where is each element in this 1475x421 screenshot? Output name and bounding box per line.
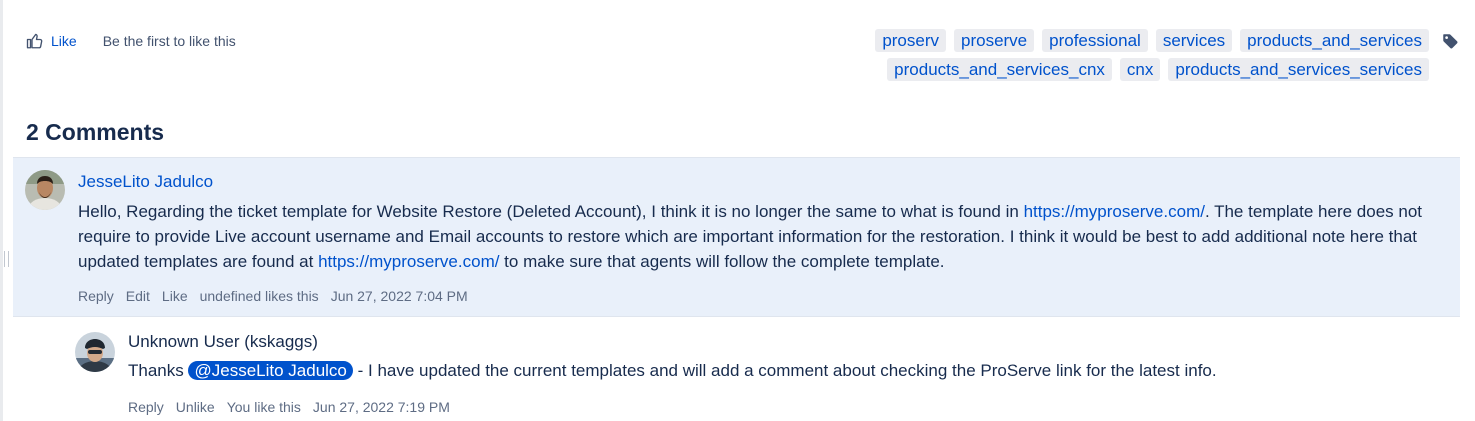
label-proserve[interactable]: proserve xyxy=(954,29,1035,52)
labels-row: products_and_services_cnx cnx products_a… xyxy=(819,58,1459,81)
avatar[interactable] xyxy=(25,170,65,210)
label-products-and-services-services[interactable]: products_and_services_services xyxy=(1168,58,1429,81)
like-label: Like xyxy=(51,33,77,49)
label-professional[interactable]: professional xyxy=(1042,29,1148,52)
comment-body: Hello, Regarding the ticket template for… xyxy=(78,199,1448,274)
comment-timestamp[interactable]: Jun 27, 2022 7:04 PM xyxy=(331,287,468,305)
reply-link[interactable]: Reply xyxy=(128,398,164,416)
page-left-border xyxy=(0,0,3,421)
comment-text: - I have updated the current templates a… xyxy=(352,361,1217,380)
myproserve-link[interactable]: https://myproserve.com/ xyxy=(1024,202,1205,221)
tag-icon[interactable] xyxy=(1441,32,1459,50)
label-services[interactable]: services xyxy=(1155,29,1233,52)
labels-row: proserv proserve professional services p… xyxy=(819,29,1459,52)
comment-timestamp[interactable]: Jun 27, 2022 7:19 PM xyxy=(313,398,450,416)
avatar[interactable] xyxy=(75,332,115,372)
reply-link[interactable]: Reply xyxy=(78,287,114,305)
comment-text: Hello, Regarding the ticket template for… xyxy=(78,202,1024,221)
comment-thread-item: JesseLito Jadulco Hello, Regarding the t… xyxy=(13,157,1460,317)
label-cnx[interactable]: cnx xyxy=(1119,58,1161,81)
like-hint: Be the first to like this xyxy=(102,33,236,49)
like-button[interactable]: Like xyxy=(26,32,77,50)
user-photo-icon xyxy=(75,332,115,372)
labels-list: proserv proserve professional services p… xyxy=(819,29,1459,87)
likes-count[interactable]: You like this xyxy=(227,398,301,416)
user-photo-icon xyxy=(25,170,65,210)
comment-actions: Reply Edit Like undefined likes this Jun… xyxy=(78,287,480,305)
comment-body: Thanks @JesseLito Jadulco - I have updat… xyxy=(128,358,1448,383)
comment-text: Thanks xyxy=(128,361,189,380)
resize-handle[interactable] xyxy=(4,251,9,267)
comments-heading: 2 Comments xyxy=(26,119,165,145)
likes-count[interactable]: undefined likes this xyxy=(200,287,319,305)
like-bar: Like Be the first to like this xyxy=(26,30,236,52)
comment-actions: Reply Unlike You like this Jun 27, 2022 … xyxy=(128,398,462,416)
comment-reply-item: Unknown User (kskaggs) Thanks @JesseLito… xyxy=(63,318,1460,421)
comment-author: Unknown User (kskaggs) xyxy=(128,332,318,351)
label-proserv[interactable]: proserv xyxy=(875,29,946,52)
myproserve-link[interactable]: https://myproserve.com/ xyxy=(318,252,499,271)
comment-author-link[interactable]: JesseLito Jadulco xyxy=(78,171,213,193)
comment-text: to make sure that agents will follow the… xyxy=(499,252,945,271)
like-link[interactable]: Like xyxy=(162,287,188,305)
thumbs-up-icon xyxy=(26,33,43,49)
user-mention[interactable]: @JesseLito Jadulco xyxy=(188,361,353,380)
label-products-and-services-cnx[interactable]: products_and_services_cnx xyxy=(887,58,1112,81)
edit-link[interactable]: Edit xyxy=(126,287,150,305)
unlike-link[interactable]: Unlike xyxy=(176,398,215,416)
label-products-and-services[interactable]: products_and_services xyxy=(1240,29,1429,52)
